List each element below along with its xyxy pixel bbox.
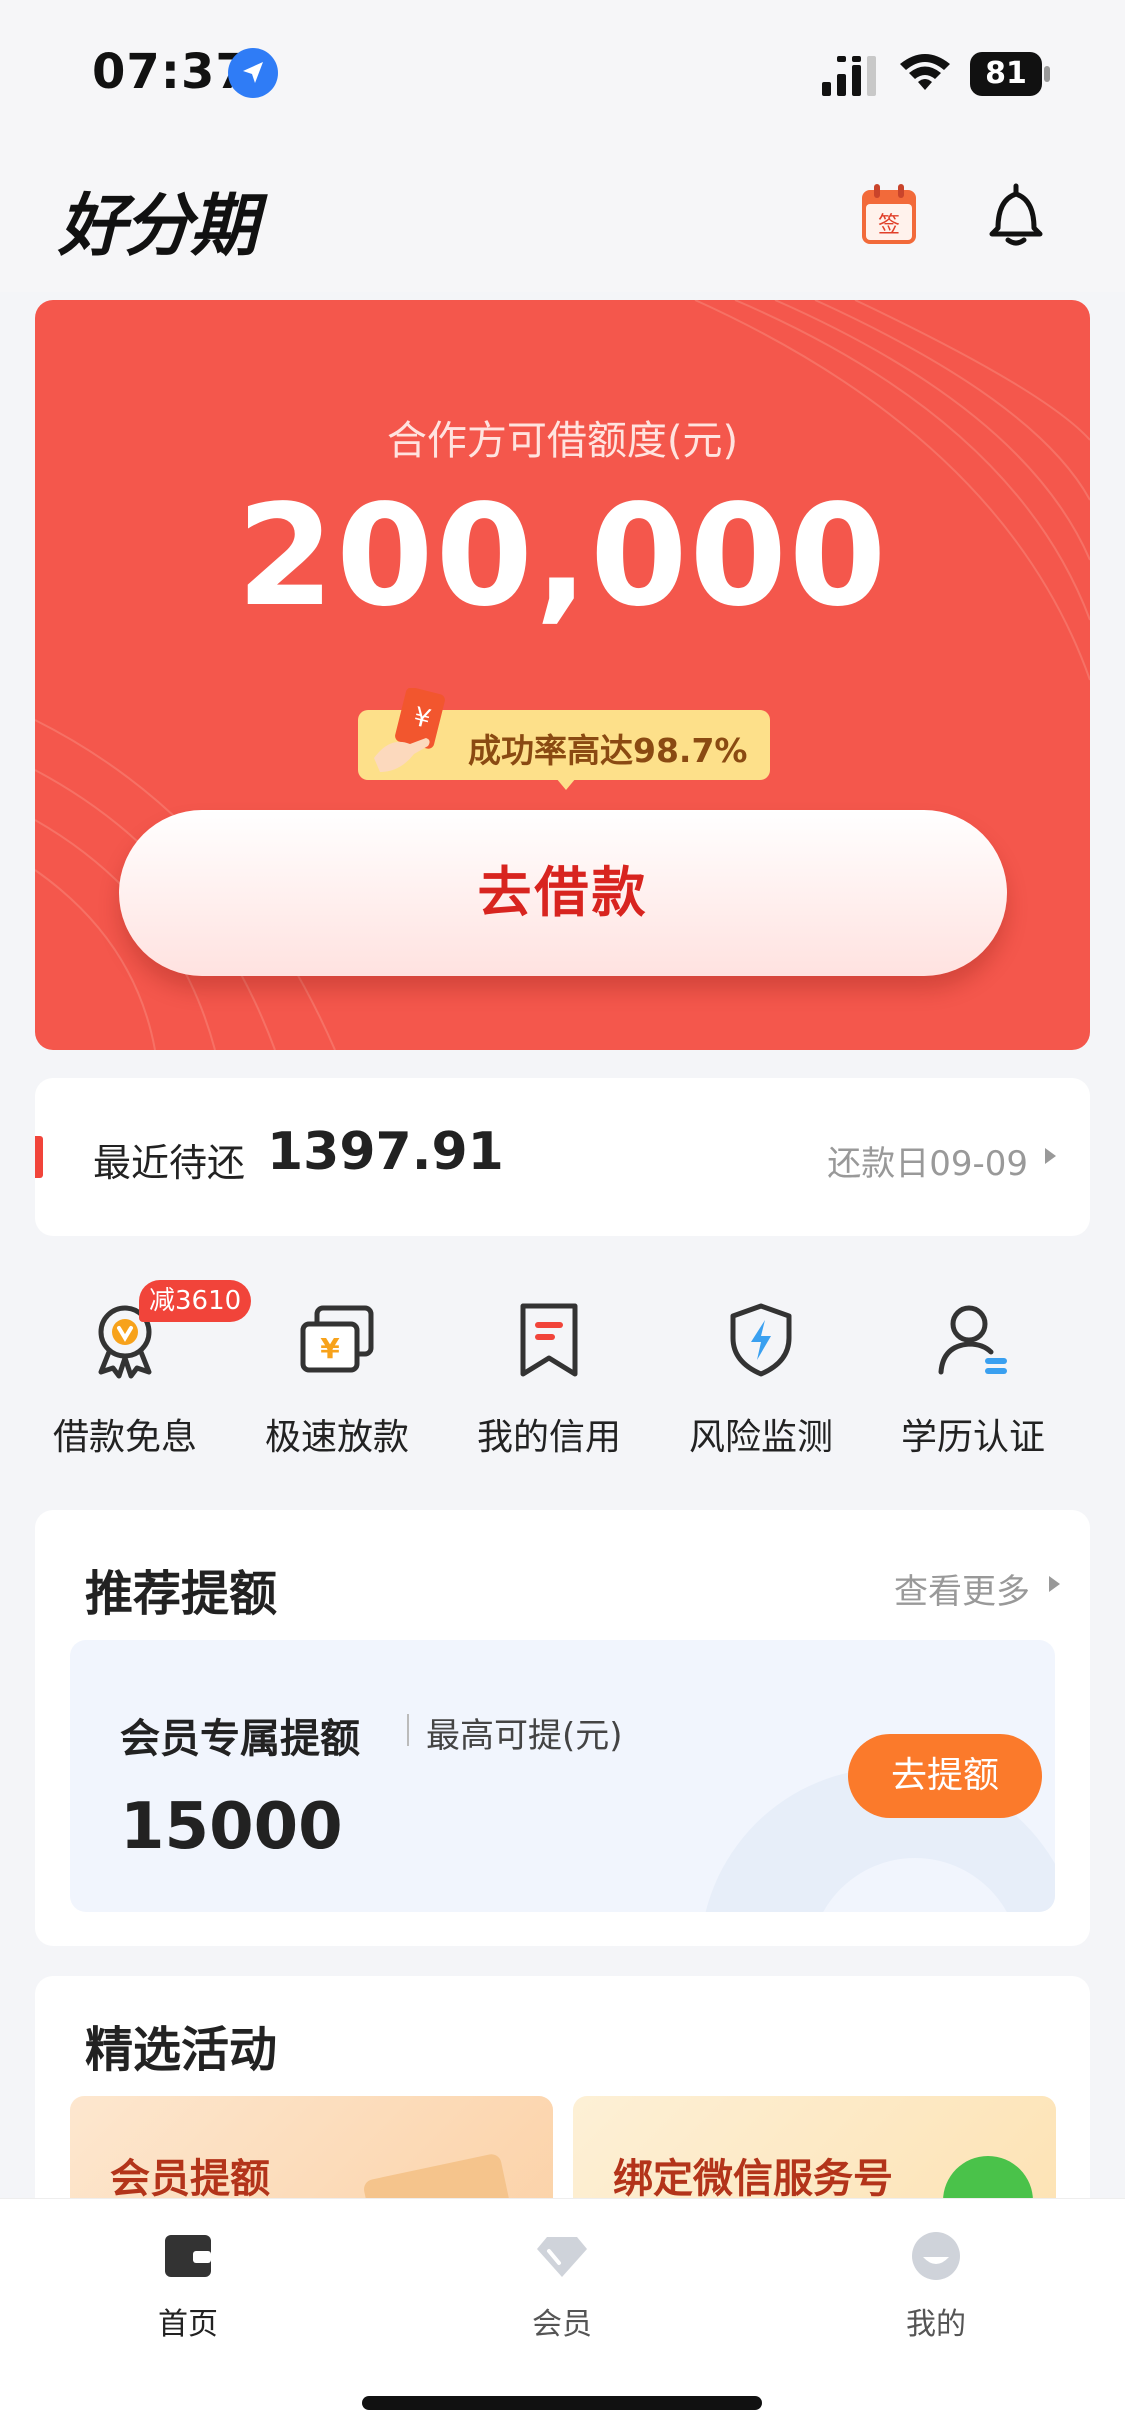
chevron-right-icon [1045, 1148, 1056, 1164]
quick-action-interest-free[interactable]: 减3610 借款免息 [35, 1280, 252, 1460]
credit-limit-label: 合作方可借额度(元) [386, 418, 739, 464]
user-verify-icon [938, 1305, 1007, 1375]
app-header: 好分期 签 [0, 150, 1125, 292]
repayment-due-date: 还款日09-09 [827, 1144, 1028, 1184]
bookmark-icon [520, 1303, 578, 1377]
quick-action-my-credit[interactable]: 我的信用 [459, 1280, 639, 1460]
recommend-limit-card: 推荐提额 查看更多 会员专属提额 最高可提(元) 15000 去提额 [35, 1510, 1090, 1946]
diamond-icon [537, 2237, 587, 2277]
sign-in-calendar-icon[interactable]: 签 [860, 182, 918, 246]
quick-action-label: 借款免息 [52, 1417, 197, 1458]
notification-bell-icon[interactable] [984, 182, 1048, 248]
quick-action-label: 学历认证 [900, 1417, 1045, 1458]
quick-action-label: 风险监测 [688, 1417, 833, 1458]
fast-loan-icon: ¥ [300, 1305, 374, 1373]
recent-repayment-card[interactable]: 最近待还 1397.91 还款日09-09 [35, 1078, 1090, 1236]
vip-raise-title: 会员专属提额 [120, 1716, 360, 1762]
quick-action-fast-loan[interactable]: ¥ 极速放款 [247, 1280, 427, 1460]
wallet-icon [165, 2235, 211, 2277]
tab-label: 我的 [906, 2307, 966, 2342]
hand-coupon-icon: ¥ [374, 688, 445, 772]
success-rate-tag: ¥ 成功率高达98.7% [358, 688, 770, 790]
section-title: 精选活动 [85, 2022, 278, 2078]
app-logo: 好分期 [58, 187, 258, 266]
repayment-label: 最近待还 [93, 1141, 246, 1185]
quick-action-education-verify[interactable]: 学历认证 [883, 1280, 1063, 1460]
section-title: 推荐提额 [85, 1566, 278, 1622]
battery-level: 81 [970, 52, 1042, 96]
tab-label: 会员 [532, 2307, 592, 2342]
raise-limit-button[interactable]: 去提额 [848, 1734, 1042, 1818]
credit-limit-amount: 200,000 [236, 475, 889, 638]
activity-label: 绑定微信服务号 [613, 2156, 893, 2202]
cellular-signal-icon [822, 56, 876, 96]
tab-member[interactable]: 会员 [462, 2219, 662, 2342]
battery-icon: 81 [970, 52, 1050, 96]
view-more-link[interactable]: 查看更多 [894, 1564, 1030, 1613]
status-time: 07:37 [92, 44, 250, 100]
status-bar: 07:37 81 [0, 0, 1125, 150]
tab-home[interactable]: 首页 [88, 2219, 288, 2342]
svg-text:¥: ¥ [320, 1332, 340, 1365]
chevron-right-icon [1049, 1576, 1060, 1592]
smile-icon [912, 2232, 960, 2280]
borrow-button[interactable]: 去借款 [119, 810, 1007, 976]
quick-action-label: 极速放款 [264, 1417, 409, 1458]
activity-label: 会员提额 [110, 2156, 270, 2202]
tab-label: 首页 [158, 2307, 218, 2342]
location-arrow-icon [228, 48, 278, 98]
tab-profile[interactable]: 我的 [836, 2219, 1036, 2342]
success-rate-text: 成功率高达98.7% [468, 731, 748, 770]
vip-raise-subtitle: 最高可提(元) [426, 1716, 623, 1756]
vip-raise-amount: 15000 [120, 1790, 343, 1864]
credit-limit-card: 合作方可借额度(元) 200,000 ¥ 成功率高达98.7% 去借款 [35, 300, 1090, 1050]
vip-raise-panel[interactable]: 会员专属提额 最高可提(元) 15000 去提额 [70, 1640, 1055, 1912]
quick-actions: 减3610 借款免息 ¥ 极速放款 我的信用 风险监测 学历认证 [35, 1280, 1090, 1460]
home-indicator [362, 2396, 762, 2410]
sign-icon-text: 签 [878, 213, 900, 238]
wifi-icon [900, 54, 950, 90]
quick-action-label: 我的信用 [476, 1417, 621, 1458]
discount-badge: 减3610 [139, 1280, 252, 1322]
shield-bolt-icon [730, 1303, 792, 1377]
repayment-amount: 1397.91 [267, 1122, 504, 1182]
quick-action-risk-monitor[interactable]: 风险监测 [671, 1280, 851, 1460]
